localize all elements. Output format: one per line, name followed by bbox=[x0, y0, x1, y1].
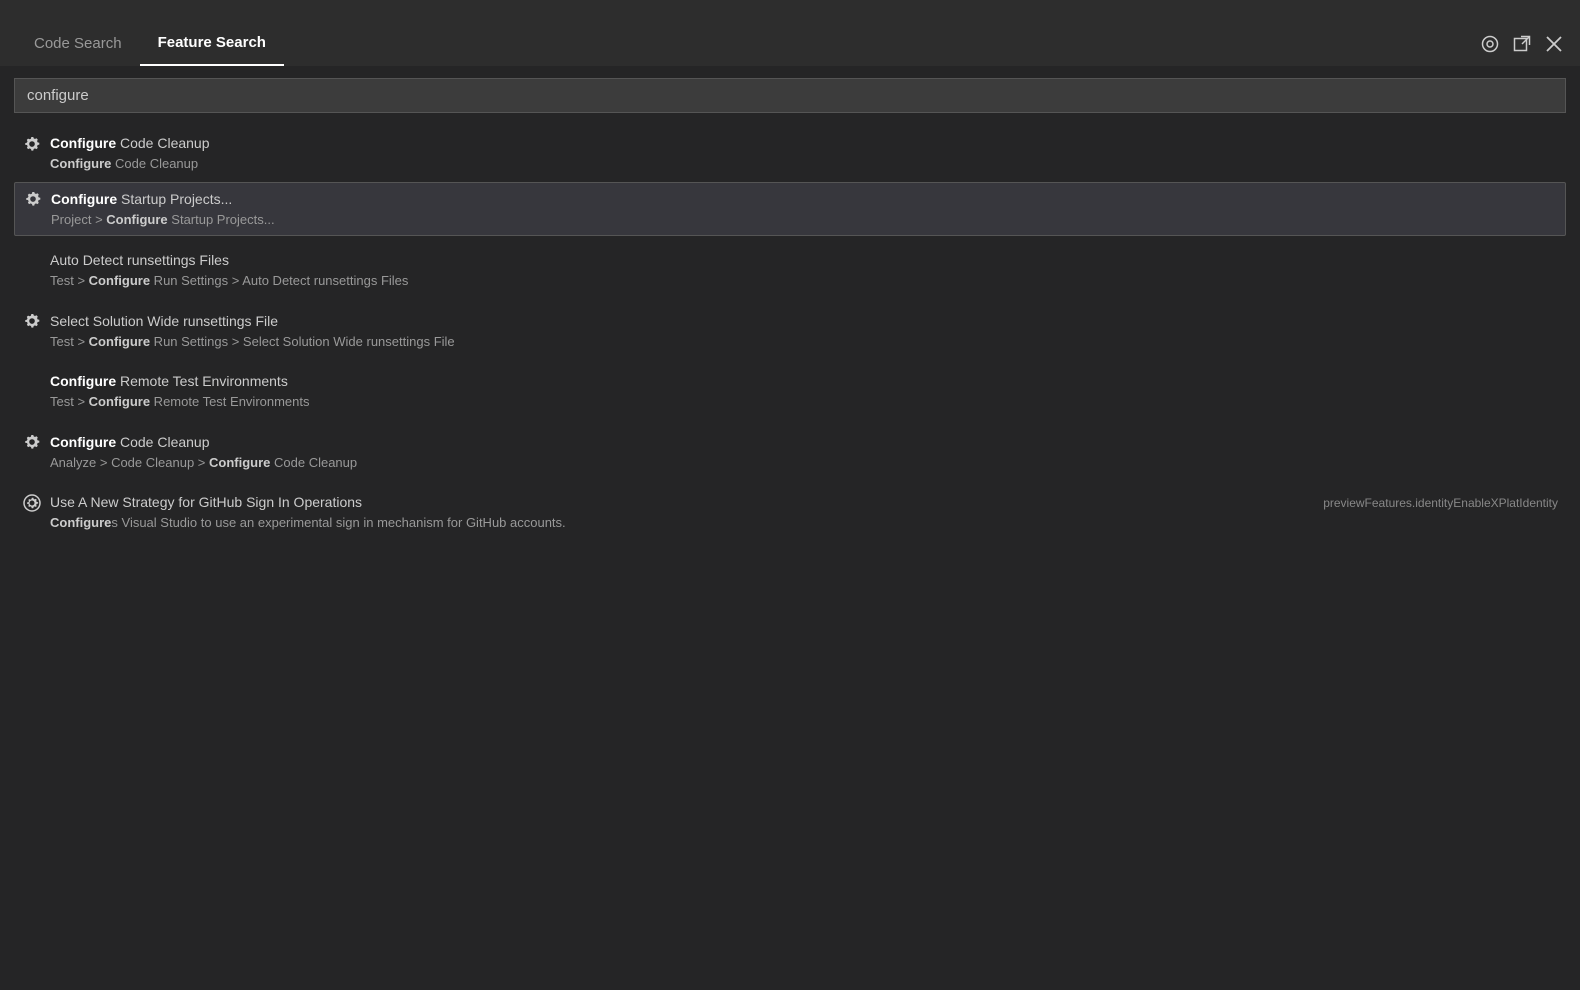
list-item[interactable]: Select Solution Wide runsettings File Te… bbox=[14, 305, 1566, 358]
no-icon bbox=[22, 372, 42, 392]
result-subtitle: Test > Configure Remote Test Environment… bbox=[22, 392, 1558, 412]
gear-special-icon bbox=[22, 493, 42, 513]
result-item-meta-row: Use A New Strategy for GitHub Sign In Op… bbox=[22, 492, 1558, 533]
tab-code-search[interactable]: Code Search bbox=[16, 20, 140, 66]
list-item[interactable]: Configure Remote Test Environments Test … bbox=[14, 365, 1566, 418]
result-title: Use A New Strategy for GitHub Sign In Op… bbox=[22, 492, 1323, 513]
result-meta-text: previewFeatures.identityEnableXPlatIdent… bbox=[1323, 492, 1558, 510]
result-subtitle: Test > Configure Run Settings > Select S… bbox=[22, 332, 1558, 352]
list-item[interactable]: Configure Code Cleanup Configure Code Cl… bbox=[14, 127, 1566, 180]
result-subtitle: Project > Configure Startup Projects... bbox=[23, 210, 1557, 230]
no-icon bbox=[22, 251, 42, 271]
result-title-text: Configure Code Cleanup bbox=[50, 133, 210, 154]
search-input[interactable] bbox=[14, 78, 1566, 113]
title-bar: Code Search Feature Search bbox=[0, 0, 1580, 66]
result-subtitle: Configure Code Cleanup bbox=[22, 154, 1558, 174]
result-title-text: Select Solution Wide runsettings File bbox=[50, 311, 278, 332]
result-title-text: Configure Startup Projects... bbox=[51, 189, 232, 210]
list-item[interactable]: Configure Code Cleanup Analyze > Code Cl… bbox=[14, 426, 1566, 479]
result-title-text: Configure Remote Test Environments bbox=[50, 371, 288, 392]
title-bar-icons bbox=[1480, 34, 1564, 54]
result-title-text: Configure Code Cleanup bbox=[50, 432, 210, 453]
list-item[interactable]: Configure Startup Projects... Project > … bbox=[14, 182, 1566, 237]
result-title: Configure Remote Test Environments bbox=[22, 371, 1558, 392]
main-window: Code Search Feature Search bbox=[0, 0, 1580, 990]
result-title: Auto Detect runsettings Files bbox=[22, 250, 1558, 271]
close-icon[interactable] bbox=[1544, 34, 1564, 54]
gear-icon bbox=[22, 134, 42, 154]
results-list: Configure Code Cleanup Configure Code Cl… bbox=[0, 125, 1580, 990]
result-subtitle: Test > Configure Run Settings > Auto Det… bbox=[22, 271, 1558, 291]
search-bar-container bbox=[0, 66, 1580, 125]
result-subtitle: Analyze > Code Cleanup > Configure Code … bbox=[22, 453, 1558, 473]
list-item[interactable]: Use A New Strategy for GitHub Sign In Op… bbox=[14, 486, 1566, 539]
result-content: Use A New Strategy for GitHub Sign In Op… bbox=[22, 492, 1323, 533]
result-title: Configure Code Cleanup bbox=[22, 133, 1558, 154]
result-title-text: Auto Detect runsettings Files bbox=[50, 250, 229, 271]
gear-icon bbox=[22, 311, 42, 331]
result-title: Configure Code Cleanup bbox=[22, 432, 1558, 453]
list-item[interactable]: Auto Detect runsettings Files Test > Con… bbox=[14, 244, 1566, 297]
gear-icon bbox=[22, 432, 42, 452]
result-title: Configure Startup Projects... bbox=[23, 189, 1557, 210]
watch-icon[interactable] bbox=[1480, 34, 1500, 54]
result-title: Select Solution Wide runsettings File bbox=[22, 311, 1558, 332]
result-subtitle: Configures Visual Studio to use an exper… bbox=[22, 513, 1323, 533]
gear-icon bbox=[23, 189, 43, 209]
tab-feature-search[interactable]: Feature Search bbox=[140, 20, 284, 66]
result-title-text: Use A New Strategy for GitHub Sign In Op… bbox=[50, 492, 362, 513]
new-window-icon[interactable] bbox=[1512, 34, 1532, 54]
